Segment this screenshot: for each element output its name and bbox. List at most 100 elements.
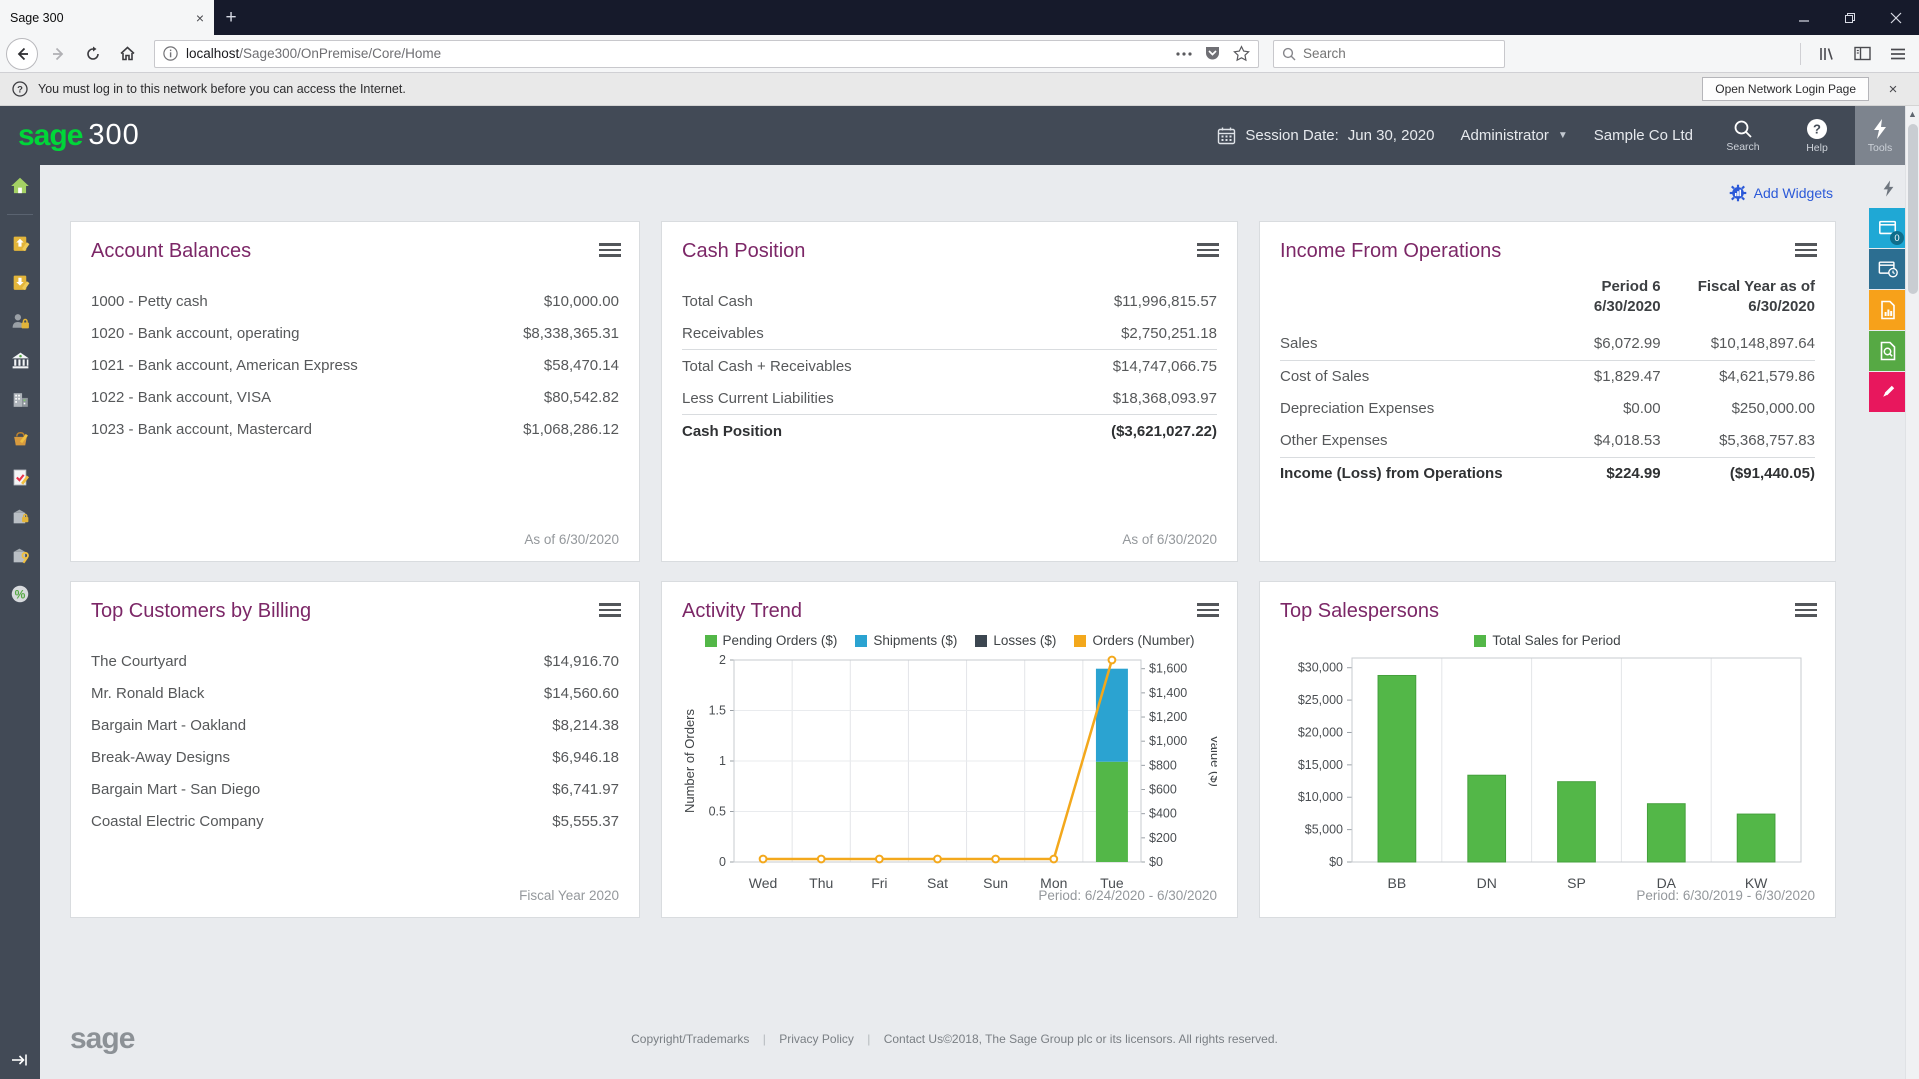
notification-close-icon[interactable]: × [1879,81,1907,98]
widget-menu-icon[interactable] [1197,600,1219,620]
row-label: Bargain Mart - Oakland [91,717,246,734]
site-info-icon[interactable] [163,46,178,61]
open-network-login-button[interactable]: Open Network Login Page [1702,77,1869,101]
browser-tab[interactable]: Sage 300 × [0,0,214,35]
refresh-button[interactable] [78,39,108,69]
url-bar[interactable]: localhost/Sage300/OnPremise/Core/Home [154,40,1259,68]
window-minimize-button[interactable] [1781,0,1827,35]
sidebar-item-inventory[interactable] [9,505,31,527]
svg-text:$30,000: $30,000 [1298,661,1343,675]
pocket-icon[interactable] [1204,45,1221,62]
widget-menu-icon[interactable] [1197,240,1219,260]
scrollbar-up-arrow[interactable]: ▲ [1906,106,1919,122]
session-date-label: Session Date: [1245,127,1338,144]
sidebar-item-tax-services[interactable]: % [9,583,31,605]
bookmark-star-icon[interactable] [1233,45,1250,62]
network-login-notification: ? You must log in to this network before… [0,73,1919,106]
notes-button[interactable] [1869,372,1907,412]
report-chart-icon [1879,300,1897,320]
copyright-link[interactable]: Copyright/Trademarks [631,1032,749,1046]
widget-footnote: As of 6/30/2020 [524,532,619,547]
widget-title: Income From Operations [1280,240,1815,263]
header-tools-button[interactable]: Tools [1855,106,1905,165]
dashboard-content: Add Widgets Account Balances 1000 - Pett… [40,165,1869,1079]
add-widgets-button[interactable]: Add Widgets [1729,184,1833,202]
svg-text:BB: BB [1388,875,1407,891]
row-label: 1021 - Bank account, American Express [91,357,358,374]
sidebar-expand-button[interactable] [0,1053,40,1067]
home-button[interactable] [112,39,142,69]
privacy-link[interactable]: Privacy Policy [779,1032,854,1046]
widget-menu-icon[interactable] [599,240,621,260]
reports-button[interactable] [1869,290,1907,330]
url-text: localhost/Sage300/OnPremise/Core/Home [186,46,1168,61]
sidebar-item-home[interactable] [9,175,31,197]
search-icon [1733,119,1753,139]
row-label: Depreciation Expenses [1280,393,1573,425]
search-input[interactable] [1303,46,1473,61]
window-close-button[interactable] [1873,0,1919,35]
scrollbar-thumb[interactable] [1908,124,1918,294]
library-icon[interactable] [1811,39,1841,69]
recent-windows-button[interactable] [1869,249,1907,289]
svg-text:$1,200: $1,200 [1149,710,1187,724]
new-tab-button[interactable]: + [214,0,248,35]
legend-item: Losses ($) [975,633,1056,648]
widget-top-customers: Top Customers by Billing The Courtyard$1… [70,581,640,918]
tools-rail-toggle[interactable] [1869,171,1907,208]
table-row: The Courtyard$14,916.70 [91,645,619,677]
table-row: 1021 - Bank account, American Express$58… [91,349,619,381]
marker-pen-icon [1878,382,1898,402]
sidebar-item-users-security[interactable] [9,310,31,332]
back-button[interactable] [6,38,38,70]
row-period-value: $4,018.53 [1573,425,1661,458]
window-restore-button[interactable] [1827,0,1873,35]
row-label: Coastal Electric Company [91,813,264,830]
header-search-button[interactable]: Search [1719,106,1767,165]
sidebar-toggle-icon[interactable] [1847,39,1877,69]
forward-button[interactable] [44,39,74,69]
browser-search-box[interactable] [1273,40,1505,68]
row-label: 1000 - Petty cash [91,293,208,310]
page-actions-icon[interactable] [1176,51,1192,57]
row-label: Bargain Mart - San Diego [91,781,260,798]
row-value: $14,916.70 [544,653,619,670]
inquiry-button[interactable] [1869,331,1907,371]
svg-text:1: 1 [719,754,726,768]
header-help-button[interactable]: ? Help [1793,106,1841,165]
sidebar-item-bank-services[interactable] [9,349,31,371]
widget-footnote: As of 6/30/2020 [1122,532,1217,547]
row-fiscal-value: $250,000.00 [1661,393,1815,425]
sidebar-item-purchase-orders[interactable] [9,544,31,566]
contact-link[interactable]: Contact Us [884,1032,943,1046]
table-row: 1022 - Bank account, VISA$80,542.82 [91,381,619,413]
row-label: Mr. Ronald Black [91,685,204,702]
sidebar-item-order-entry[interactable] [9,427,31,449]
svg-text:Sat: Sat [927,875,948,891]
svg-text:$10,000: $10,000 [1298,790,1343,804]
module-sidebar: % [0,165,40,1079]
menu-icon[interactable] [1883,39,1913,69]
question-circle-icon: ? [12,81,28,97]
svg-text:$200: $200 [1149,831,1177,845]
open-windows-button[interactable]: 0 [1869,208,1907,248]
svg-text:?: ? [1813,121,1821,136]
legend-item: Pending Orders ($) [705,633,838,648]
table-row: Break-Away Designs$6,946.18 [91,741,619,773]
widget-menu-icon[interactable] [599,600,621,620]
sidebar-item-gl-accounts[interactable] [9,271,31,293]
sidebar-item-company[interactable] [9,388,31,410]
widget-menu-icon[interactable] [1795,240,1817,260]
widget-title: Cash Position [682,240,1217,263]
sidebar-item-approvals[interactable] [9,466,31,488]
sidebar-item-gl-entries[interactable] [9,232,31,254]
table-row: Total Cash$11,996,815.57 [682,285,1217,317]
tab-close-icon[interactable]: × [196,10,204,26]
company-name[interactable]: Sample Co Ltd [1594,127,1693,144]
user-menu[interactable]: Administrator ▼ [1461,127,1568,144]
widget-account-balances: Account Balances 1000 - Petty cash$10,00… [70,221,640,562]
widget-menu-icon[interactable] [1795,600,1817,620]
session-date-control[interactable]: Session Date: Jun 30, 2020 [1217,126,1434,145]
lightning-icon [1882,179,1895,198]
page-scrollbar[interactable]: ▲ [1905,106,1919,1079]
